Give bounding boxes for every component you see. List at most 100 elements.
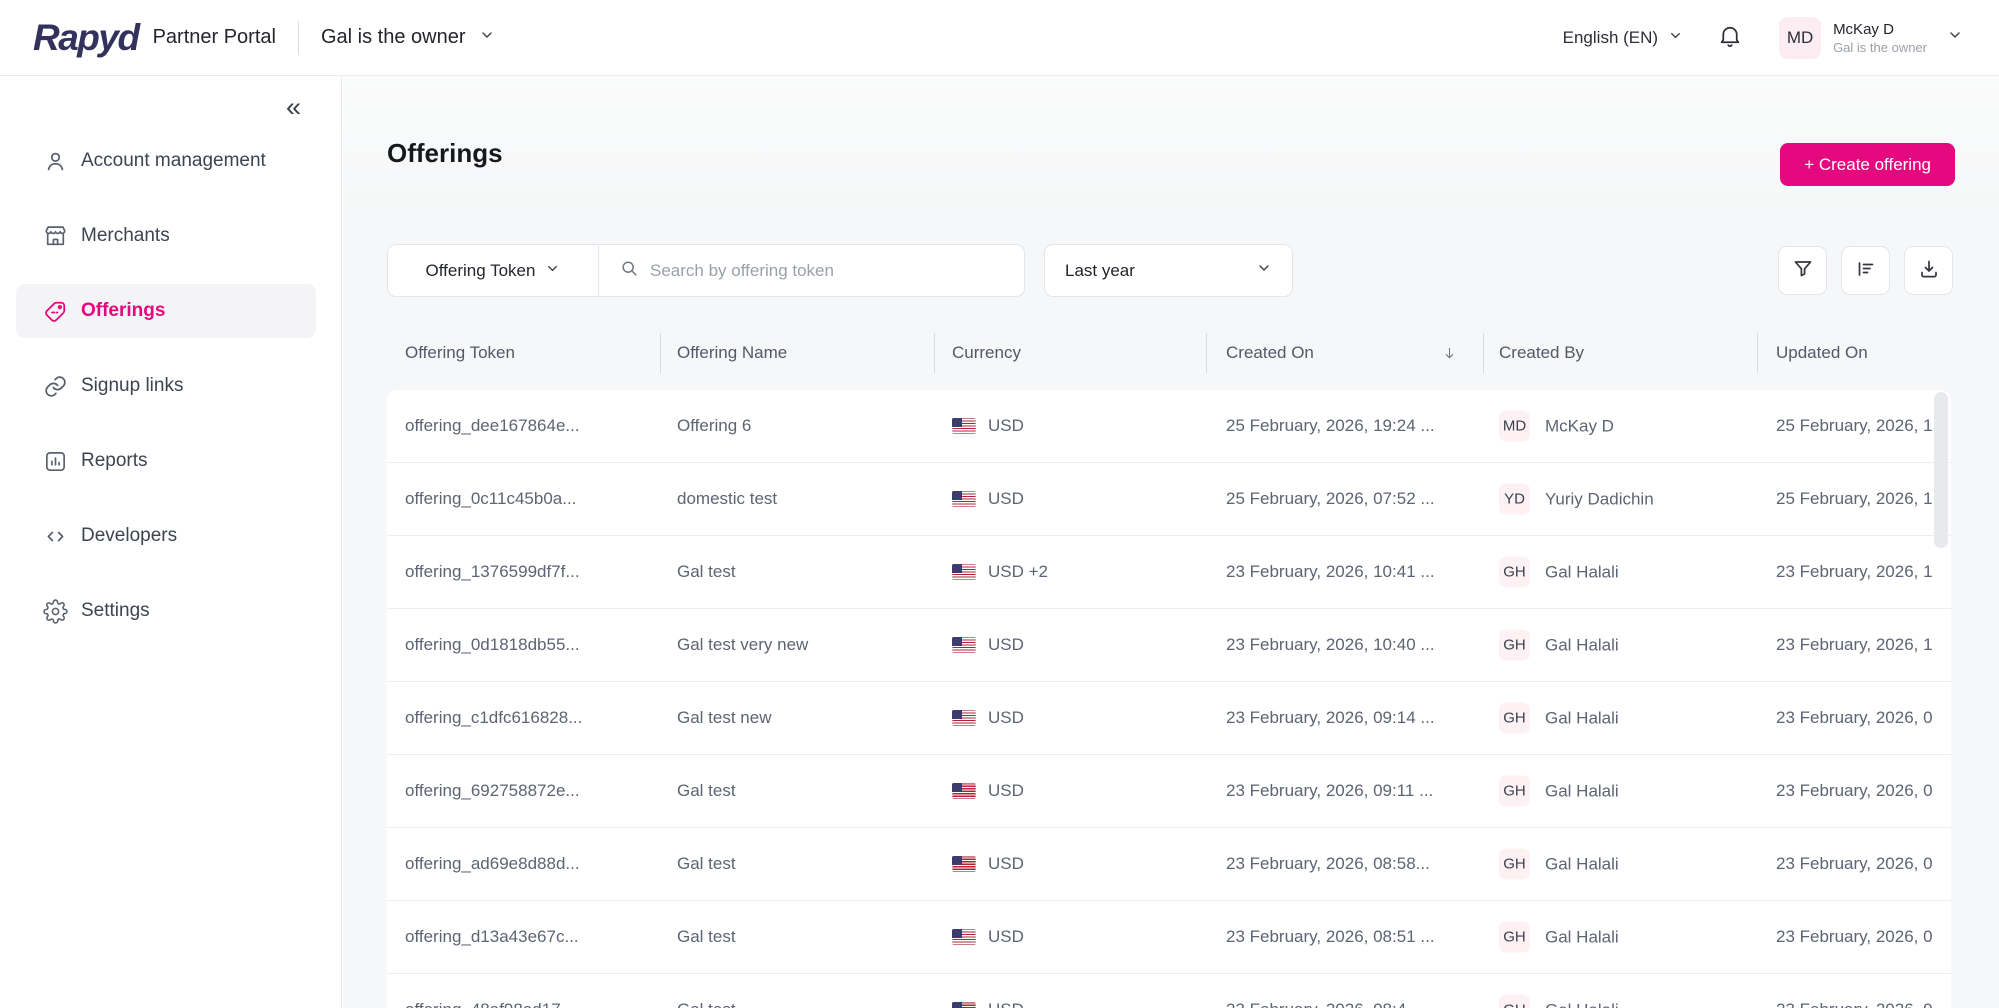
currency-cell: USD	[952, 489, 1024, 509]
search-icon	[619, 258, 640, 284]
us-flag-icon	[952, 710, 976, 726]
table-row[interactable]: offering_1376599df7f... Gal test USD +2 23 …	[387, 536, 1951, 609]
updated-on-cell: 23 February, 2026, 0	[1776, 854, 1933, 873]
column-header-created-on[interactable]: Created On	[1226, 343, 1458, 363]
column-header-offering-name[interactable]: Offering Name	[677, 343, 787, 363]
creator-name: Gal Halali	[1545, 781, 1619, 800]
creator-avatar: GH	[1499, 629, 1530, 661]
created-on-cell: 25 February, 2026, 19:24 ...	[1226, 416, 1435, 435]
sort-button[interactable]	[1841, 246, 1890, 295]
chevron-down-icon	[1947, 27, 1963, 48]
search-input[interactable]	[650, 260, 1010, 281]
column-divider	[934, 333, 935, 373]
user-icon	[43, 149, 68, 174]
table-row[interactable]: offering_d13a43e67c... Gal test USD 23 Febr…	[387, 901, 1951, 974]
creator-avatar: GH	[1499, 848, 1530, 880]
column-divider	[660, 333, 661, 373]
create-offering-button[interactable]: + Create offering	[1780, 143, 1955, 186]
chevron-down-icon	[479, 26, 495, 49]
created-by-cell: GH Gal Halali	[1499, 702, 1619, 734]
offering-token-cell: offering_1376599df7f...	[405, 562, 580, 581]
table-header: Offering Token Offering Name Currency Creat…	[387, 329, 1951, 377]
us-flag-icon	[952, 783, 976, 799]
gear-icon	[43, 598, 68, 624]
updated-on-cell: 25 February, 2026, 1	[1776, 489, 1933, 508]
column-header-offering-token[interactable]: Offering Token	[405, 343, 515, 363]
offering-token-cell: offering_0c11c45b0a...	[405, 489, 577, 508]
offering-name-cell: Gal test very new	[677, 635, 809, 654]
offering-token-cell: offering_c1dfc616828...	[405, 708, 583, 727]
download-button[interactable]	[1904, 246, 1953, 295]
creator-avatar: MD	[1499, 410, 1530, 442]
currency-label: USD	[988, 635, 1024, 654]
main-content: Offerings + Create offering Offering Tok…	[343, 76, 1999, 1008]
creator-avatar: GH	[1499, 994, 1530, 1008]
sidebar-item-merchants[interactable]: Merchants	[16, 209, 316, 263]
offering-token-cell: offering_0d1818db55...	[405, 635, 580, 654]
user-avatar: MD	[1779, 16, 1822, 59]
sidebar-item-developers[interactable]: Developers	[16, 509, 316, 563]
table-row[interactable]: offering_0c11c45b0a... domestic test USD 25…	[387, 463, 1951, 536]
top-bar: Rapyd Partner Portal Gal is the owner En…	[0, 0, 1999, 76]
scrollbar-thumb[interactable]	[1934, 392, 1948, 548]
org-selector[interactable]: Gal is the owner	[321, 26, 496, 49]
download-icon	[1917, 257, 1941, 284]
sort-descending-icon	[1441, 345, 1458, 362]
offering-name-cell: Gal test	[677, 781, 736, 800]
column-header-label: Currency	[952, 343, 1021, 362]
creator-avatar: GH	[1499, 921, 1530, 953]
currency-label: USD +2	[988, 562, 1048, 581]
search-box	[599, 245, 1024, 296]
column-header-updated-on[interactable]: Updated On	[1776, 343, 1868, 363]
sidebar-item-account-management[interactable]: Account management	[16, 134, 316, 188]
us-flag-icon	[952, 564, 976, 580]
offering-token-cell: offering_dee167864e...	[405, 416, 580, 435]
created-by-cell: GH Gal Halali	[1499, 775, 1619, 807]
sidebar-item-label: Signup links	[81, 375, 184, 396]
creator-avatar: GH	[1499, 775, 1530, 807]
offering-token-cell: offering_ad69e8d88d...	[405, 854, 580, 873]
language-selector[interactable]: English (EN)	[1563, 28, 1683, 48]
column-divider	[1757, 333, 1758, 373]
offerings-table: offering_dee167864e... Offering 6 USD 25 Fe…	[387, 390, 1951, 1008]
currency-cell: USD	[952, 927, 1024, 947]
offering-name-cell: Gal test	[677, 927, 736, 946]
currency-cell: USD +2	[952, 562, 1048, 582]
collapse-sidebar-button[interactable]: «	[286, 94, 301, 121]
currency-cell: USD	[952, 416, 1024, 436]
creator-avatar: GH	[1499, 702, 1530, 734]
filter-button[interactable]	[1778, 246, 1827, 295]
user-meta: McKay D Gal is the owner	[1833, 21, 1927, 55]
column-header-created-by[interactable]: Created By	[1499, 343, 1584, 363]
table-row[interactable]: offering_c1dfc616828... Gal test new USD 23…	[387, 682, 1951, 755]
table-row[interactable]: offering_48af98ad17... Gal test USD 23 Febr…	[387, 974, 1951, 1008]
notifications-button[interactable]	[1717, 23, 1743, 52]
table-row[interactable]: offering_dee167864e... Offering 6 USD 25 Fe…	[387, 390, 1951, 463]
table-row[interactable]: offering_0d1818db55... Gal test very new U…	[387, 609, 1951, 682]
updated-on-cell: 23 February, 2026, 1	[1776, 635, 1933, 654]
column-header-currency[interactable]: Currency	[952, 343, 1021, 363]
link-icon	[43, 374, 68, 399]
column-header-label: Offering Token	[405, 343, 515, 362]
search-field-selector[interactable]: Offering Token	[388, 245, 599, 296]
table-row[interactable]: offering_ad69e8d88d... Gal test USD 23 Febr…	[387, 828, 1951, 901]
currency-cell: USD	[952, 1000, 1024, 1008]
date-range-selector[interactable]: Last year	[1044, 244, 1293, 297]
column-header-label: Updated On	[1776, 343, 1868, 362]
table-row[interactable]: offering_692758872e... Gal test USD 23 Febr…	[387, 755, 1951, 828]
storefront-icon	[43, 224, 68, 249]
sidebar-item-signup-links[interactable]: Signup links	[16, 359, 316, 413]
creator-name: Gal Halali	[1545, 562, 1619, 581]
user-menu[interactable]: MD McKay D Gal is the owner	[1779, 16, 1963, 59]
column-header-label: Created On	[1226, 343, 1314, 362]
sidebar-item-offerings[interactable]: Offerings	[16, 284, 316, 338]
sidebar-item-reports[interactable]: Reports	[16, 434, 316, 488]
sidebar-nav: Account management Merchants Offerings Sign…	[0, 134, 342, 659]
product-title: Partner Portal	[152, 26, 276, 48]
created-by-cell: MD McKay D	[1499, 410, 1614, 442]
creator-name: McKay D	[1545, 416, 1614, 435]
us-flag-icon	[952, 856, 976, 872]
sidebar-item-settings[interactable]: Settings	[16, 584, 316, 638]
updated-on-cell: 23 February, 2026, 0	[1776, 1000, 1933, 1008]
offering-name-cell: Gal test	[677, 1000, 736, 1008]
